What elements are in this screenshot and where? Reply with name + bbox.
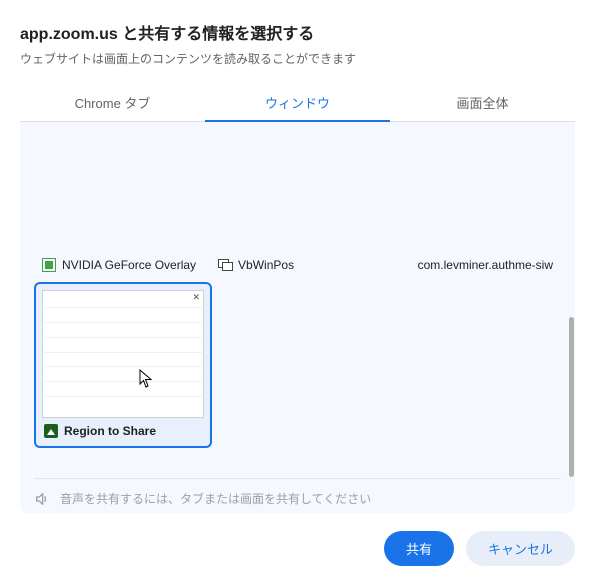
speaker-icon [34, 491, 50, 507]
window-item-row: NVIDIA GeForce Overlay VbWinPos com.levm… [42, 258, 553, 272]
content-area: NVIDIA GeForce Overlay VbWinPos com.levm… [20, 122, 575, 513]
dialog-subtitle: ウェブサイトは画面上のコンテンツを読み取ることができます [20, 50, 575, 67]
card-label-row: Region to Share [42, 418, 204, 440]
share-button-label: 共有 [406, 542, 432, 557]
dialog-footer: 共有 キャンセル [20, 513, 575, 566]
tab-chrome-label: Chrome タブ [75, 96, 151, 111]
tab-bar: Chrome タブ ウィンドウ 画面全体 [20, 83, 575, 122]
tab-chrome[interactable]: Chrome タブ [20, 83, 205, 121]
cancel-button[interactable]: キャンセル [466, 531, 575, 566]
region-icon [44, 424, 58, 438]
tab-screen-label: 画面全体 [456, 96, 508, 111]
tab-window[interactable]: ウィンドウ [205, 83, 390, 121]
dialog-title: app.zoom.us と共有する情報を選択する [20, 20, 575, 44]
grid-lines [44, 292, 202, 416]
share-dialog: app.zoom.us と共有する情報を選択する ウェブサイトは画面上のコンテン… [0, 0, 595, 586]
tab-screen[interactable]: 画面全体 [390, 83, 575, 121]
window-icon [218, 259, 232, 271]
card-label: Region to Share [64, 424, 156, 438]
window-item-vbwinpos[interactable]: VbWinPos [218, 258, 294, 272]
nvidia-icon [42, 258, 56, 272]
scrollbar[interactable] [568, 122, 575, 513]
window-item-label: VbWinPos [238, 258, 294, 272]
window-item-authme[interactable]: com.levminer.authme-siw [418, 258, 553, 272]
scrollbar-thumb[interactable] [569, 317, 574, 477]
window-card-region[interactable]: ✕ Region to Share [34, 282, 212, 448]
window-thumbnail: ✕ [42, 290, 204, 418]
tab-window-label: ウィンドウ [265, 96, 330, 111]
cancel-button-label: キャンセル [488, 542, 553, 557]
window-item-label: NVIDIA GeForce Overlay [62, 258, 196, 272]
audio-hint-text: 音声を共有するには、タブまたは画面を共有してください [60, 490, 371, 507]
divider [34, 478, 561, 479]
window-item-label: com.levminer.authme-siw [418, 258, 553, 272]
audio-hint-row: 音声を共有するには、タブまたは画面を共有してください [34, 480, 561, 507]
window-item-nvidia[interactable]: NVIDIA GeForce Overlay [42, 258, 196, 272]
share-button[interactable]: 共有 [384, 531, 454, 566]
